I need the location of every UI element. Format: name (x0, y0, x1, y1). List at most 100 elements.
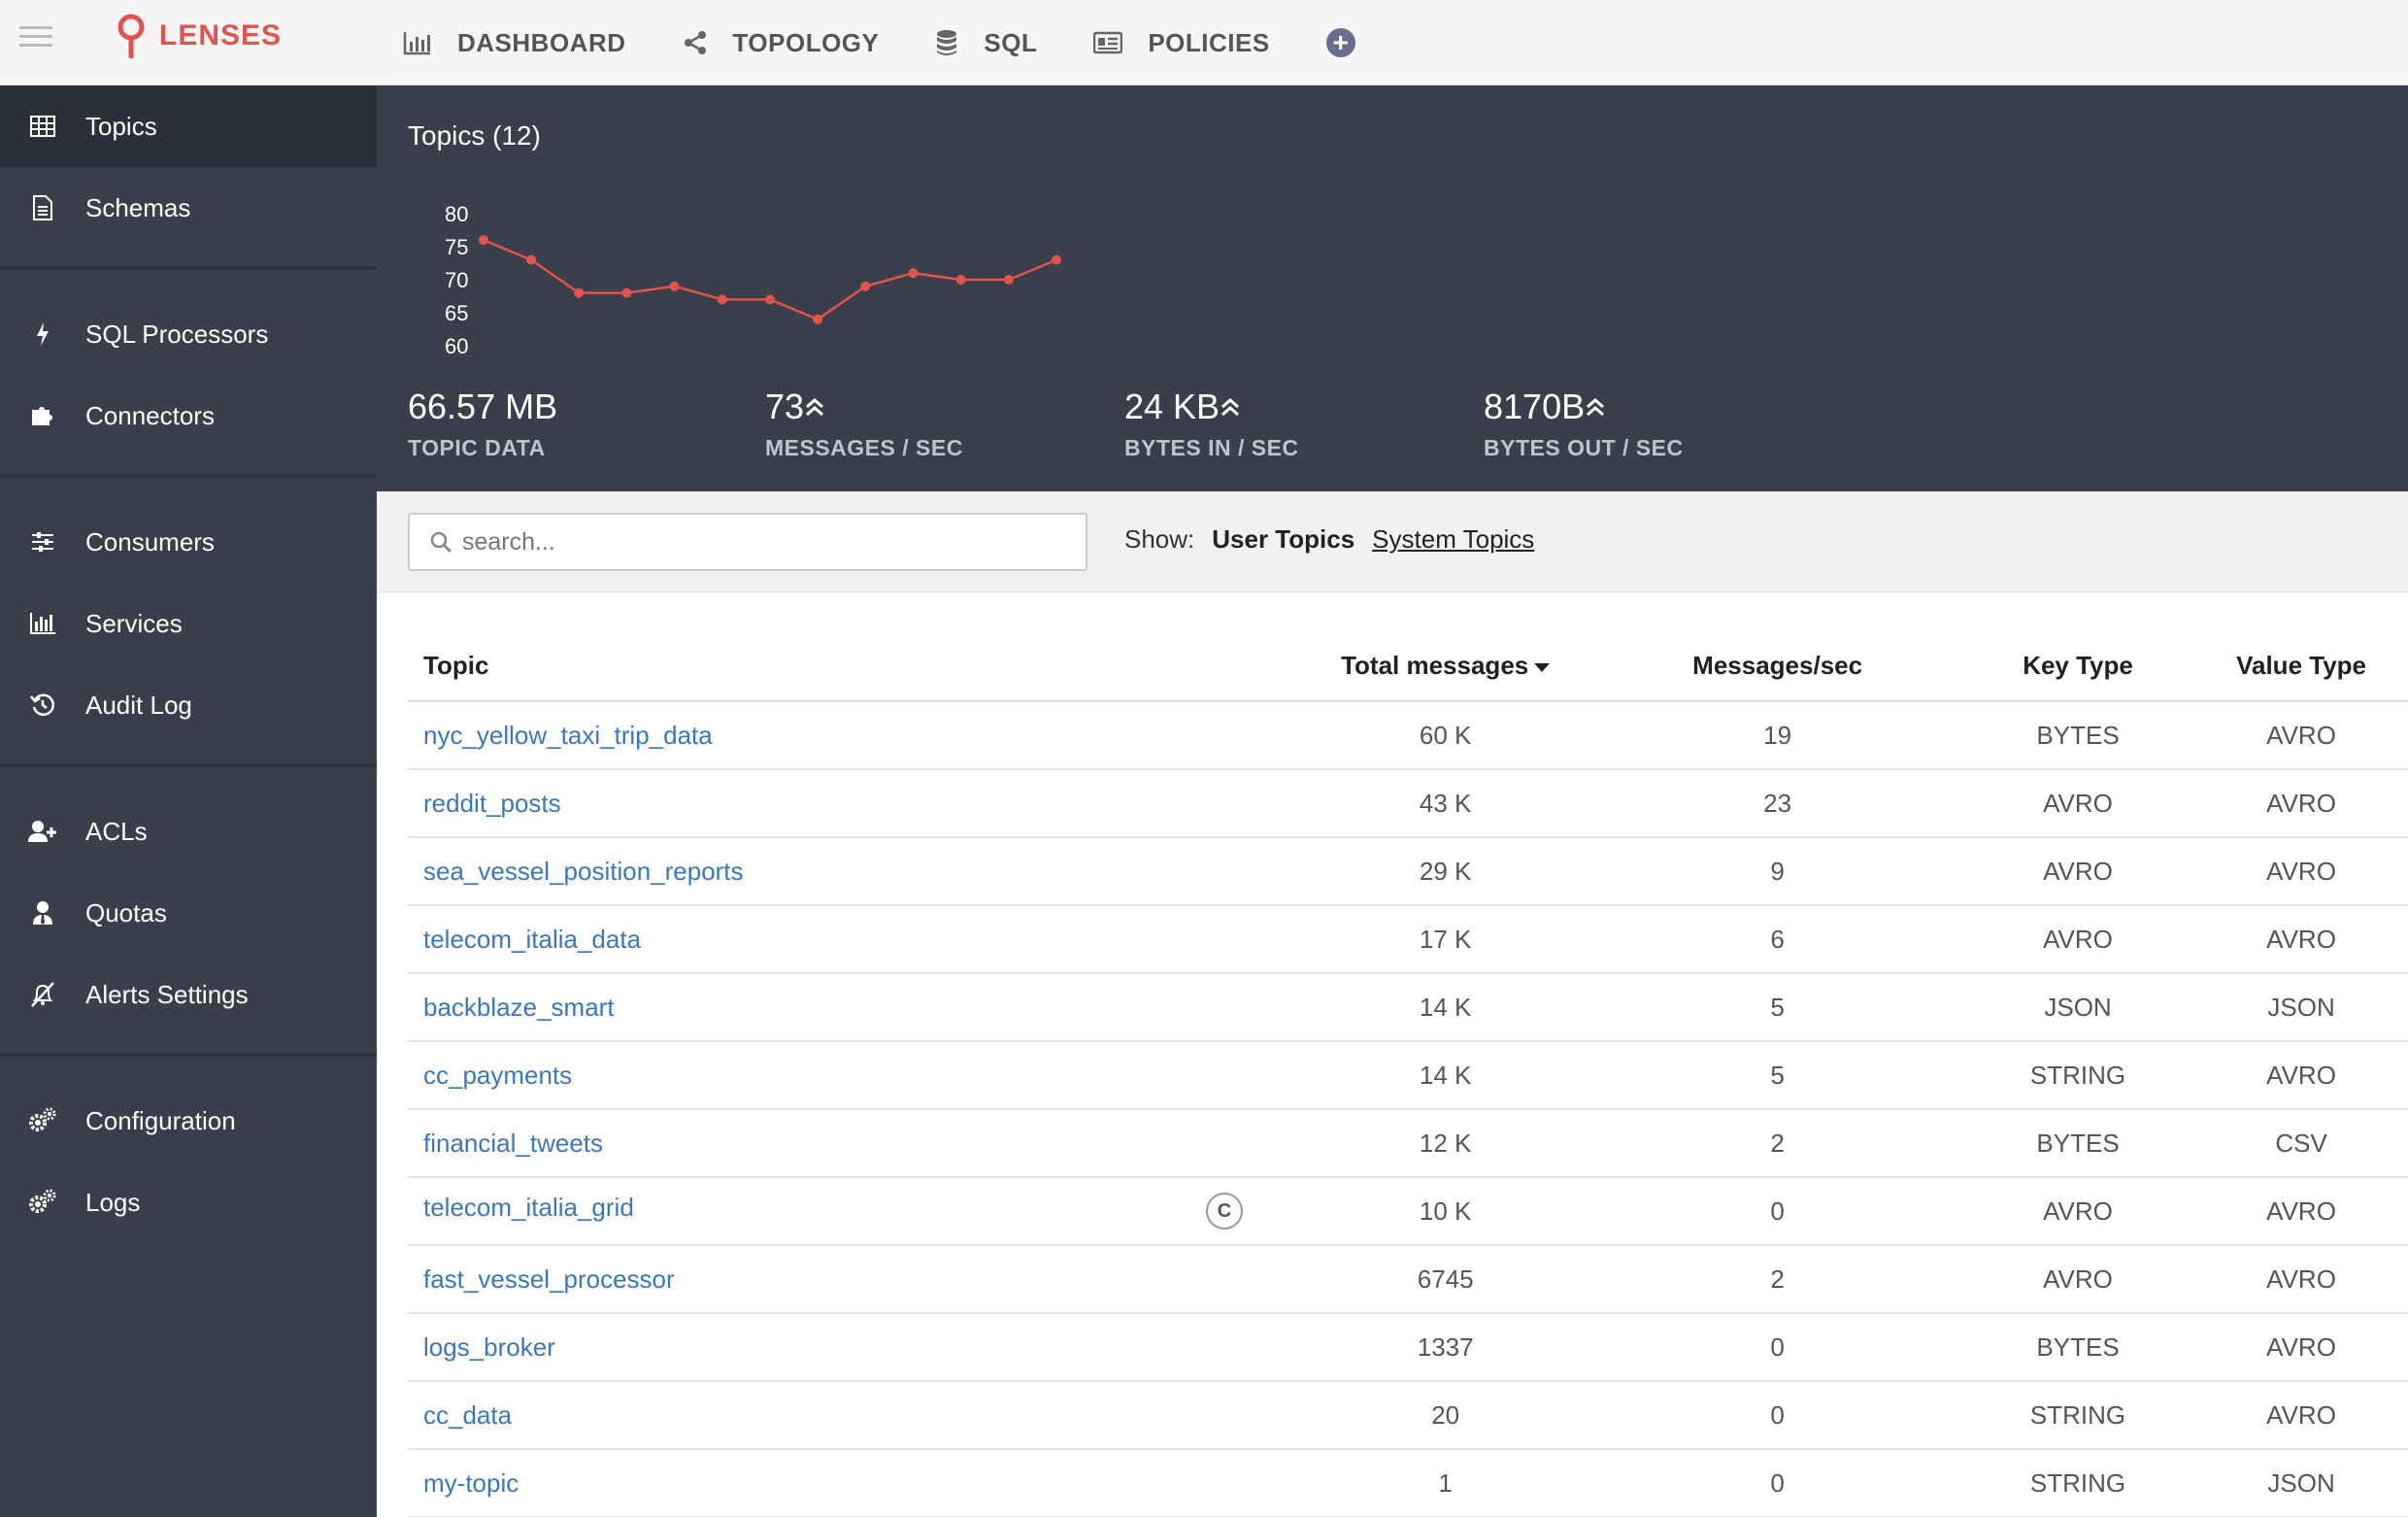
column-header-topic[interactable]: Topic (408, 631, 1297, 702)
value-type-cell: JSON (2194, 1449, 2408, 1517)
search-input[interactable] (462, 527, 1064, 556)
table-row[interactable]: backblaze_smart 14 K 5 JSON JSON (408, 973, 2408, 1042)
main-nav: DASHBOARD TOPOLOGY SQL POLICIES + (403, 0, 1355, 85)
key-type-cell: AVRO (1960, 905, 2195, 974)
search-box[interactable] (408, 513, 1087, 571)
value-type-cell: CSV (2194, 1109, 2408, 1178)
data-point (717, 294, 727, 305)
messages-per-sec-cell: 0 (1593, 1313, 1961, 1382)
total-messages-cell: 10 K (1297, 1177, 1594, 1246)
sidebar-item-label: Schemas (85, 192, 191, 222)
table-header-row: Topic Total messages Messages/sec Key Ty… (408, 631, 2408, 702)
app-logo[interactable]: LENSES (117, 14, 282, 58)
messages-per-sec-cell: 0 (1593, 1177, 1961, 1246)
topic-name-link[interactable]: my-topic (408, 1449, 1297, 1517)
stat-label: TOPIC DATA (408, 435, 546, 460)
sidebar-item-configuration[interactable]: Configuration (0, 1080, 377, 1162)
data-point (1052, 254, 1061, 265)
y-tick-label: 80 (445, 202, 468, 226)
bell-slash-icon (0, 981, 85, 1008)
nav-dashboard[interactable]: DASHBOARD (403, 28, 626, 58)
sidebar-item-alerts-settings[interactable]: Alerts Settings (0, 954, 377, 1035)
sidebar-item-label: ACLs (85, 816, 148, 846)
sidebar-item-quotas[interactable]: Quotas (0, 872, 377, 954)
sidebar-item-acls[interactable]: ACLs (0, 791, 377, 872)
sidebar-item-topics[interactable]: Topics (0, 85, 377, 167)
table-row[interactable]: sea_vessel_position_reports 29 K 9 AVRO AVRO (408, 837, 2408, 906)
topic-name-link[interactable]: nyc_yellow_taxi_trip_data (408, 701, 1297, 770)
total-messages-cell: 20 (1297, 1381, 1594, 1450)
table-row[interactable]: financial_tweets 12 K 2 BYTES CSV (408, 1109, 2408, 1178)
compacted-badge-icon: C (1206, 1193, 1243, 1230)
sidebar-item-audit-log[interactable]: Audit Log (0, 664, 377, 746)
column-header-key-type[interactable]: Key Type (1960, 631, 2195, 702)
value-type-cell: JSON (2194, 973, 2408, 1042)
table-row[interactable]: fast_vessel_processor 6745 2 AVRO AVRO (408, 1245, 2408, 1314)
table-row[interactable]: nyc_yellow_taxi_trip_data 60 K 19 BYTES AVRO (408, 701, 2408, 770)
sidebar-item-label: Configuration (85, 1105, 236, 1135)
total-messages-cell: 12 K (1297, 1109, 1594, 1178)
stat-label: BYTES OUT / SEC (1484, 435, 1684, 460)
total-messages-cell: 1 (1297, 1449, 1594, 1517)
system-topics-link[interactable]: System Topics (1372, 524, 1534, 555)
value-type-cell: AVRO (2194, 769, 2408, 838)
key-type-cell: AVRO (1960, 837, 2195, 906)
bar-chart-icon (403, 32, 430, 55)
id-card-icon (1093, 31, 1123, 54)
topic-name-link[interactable]: cc_data (408, 1381, 1297, 1450)
filter-bar: Show: User Topics System Topics (377, 491, 2408, 592)
table-row[interactable]: logs_broker 1337 0 BYTES AVRO (408, 1313, 2408, 1382)
bolt-icon (0, 321, 85, 347)
table-row[interactable]: telecom_italia_data 17 K 6 AVRO AVRO (408, 905, 2408, 974)
sidebar-item-logs[interactable]: Logs (0, 1162, 377, 1243)
topic-type-filter: Show: User Topics System Topics (1124, 524, 1534, 555)
messages-per-sec-cell: 2 (1593, 1245, 1961, 1314)
hamburger-menu-icon[interactable] (19, 26, 52, 53)
key-type-cell: BYTES (1960, 701, 2195, 770)
sidebar-item-schemas[interactable]: Schemas (0, 167, 377, 249)
double-chevron-up-icon (806, 398, 824, 417)
column-header-value-type[interactable]: Value Type (2194, 631, 2408, 702)
table-row[interactable]: my-topic 1 0 STRING JSON (408, 1449, 2408, 1517)
sidebar-divider (0, 474, 377, 478)
topic-name-link[interactable]: sea_vessel_position_reports (408, 837, 1297, 906)
sidebar-item-sql-processors[interactable]: SQL Processors (0, 293, 377, 375)
table-row[interactable]: cc_data 20 0 STRING AVRO (408, 1381, 2408, 1450)
topics-header-panel: Topics (12) 80 75 70 65 60 66.57 MB TOPIC DA… (377, 85, 2408, 491)
table-row[interactable]: cc_payments 14 K 5 STRING AVRO (408, 1041, 2408, 1110)
key-type-cell: STRING (1960, 1381, 2195, 1450)
key-type-cell: JSON (1960, 973, 2195, 1042)
sidebar-item-connectors[interactable]: Connectors (0, 375, 377, 456)
user-topics-toggle[interactable]: User Topics (1212, 524, 1354, 555)
nav-policies[interactable]: POLICIES (1093, 28, 1269, 58)
data-point (621, 287, 632, 298)
nav-topology[interactable]: TOPOLOGY (683, 28, 880, 58)
topics-table: Topic Total messages Messages/sec Key Ty… (408, 631, 2408, 1517)
add-plus-icon[interactable]: + (1325, 28, 1355, 57)
topic-name-link[interactable]: telecom_italia_grid C (408, 1177, 1297, 1246)
topic-name-link[interactable]: telecom_italia_data (408, 905, 1297, 974)
messages-per-sec-cell: 0 (1593, 1449, 1961, 1517)
data-point (908, 268, 919, 279)
topic-name-link[interactable]: cc_payments (408, 1041, 1297, 1110)
topic-name-link[interactable]: logs_broker (408, 1313, 1297, 1382)
sidebar-item-services[interactable]: Services (0, 583, 377, 664)
column-header-total-messages[interactable]: Total messages (1297, 631, 1594, 702)
table-row[interactable]: telecom_italia_grid C 10 K 0 AVRO AVRO (408, 1177, 2408, 1246)
table-row[interactable]: reddit_posts 43 K 23 AVRO AVRO (408, 769, 2408, 838)
nav-sql[interactable]: SQL (935, 28, 1037, 58)
gears-icon (0, 1189, 85, 1216)
sidebar: Topics Schemas SQL Processors Connectors… (0, 85, 377, 1517)
topic-name-link[interactable]: financial_tweets (408, 1109, 1297, 1178)
topic-name-link[interactable]: backblaze_smart (408, 973, 1297, 1042)
double-chevron-up-icon (1221, 398, 1240, 417)
document-icon (0, 195, 85, 220)
topic-name-link[interactable]: fast_vessel_processor (408, 1245, 1297, 1314)
topic-name-link[interactable]: reddit_posts (408, 769, 1297, 838)
sidebar-item-consumers[interactable]: Consumers (0, 501, 377, 583)
double-chevron-up-icon (1587, 398, 1605, 417)
column-header-messages-per-sec[interactable]: Messages/sec (1593, 631, 1961, 702)
data-point (479, 235, 488, 246)
total-messages-cell: 60 K (1297, 701, 1594, 770)
sliders-icon (0, 531, 85, 553)
